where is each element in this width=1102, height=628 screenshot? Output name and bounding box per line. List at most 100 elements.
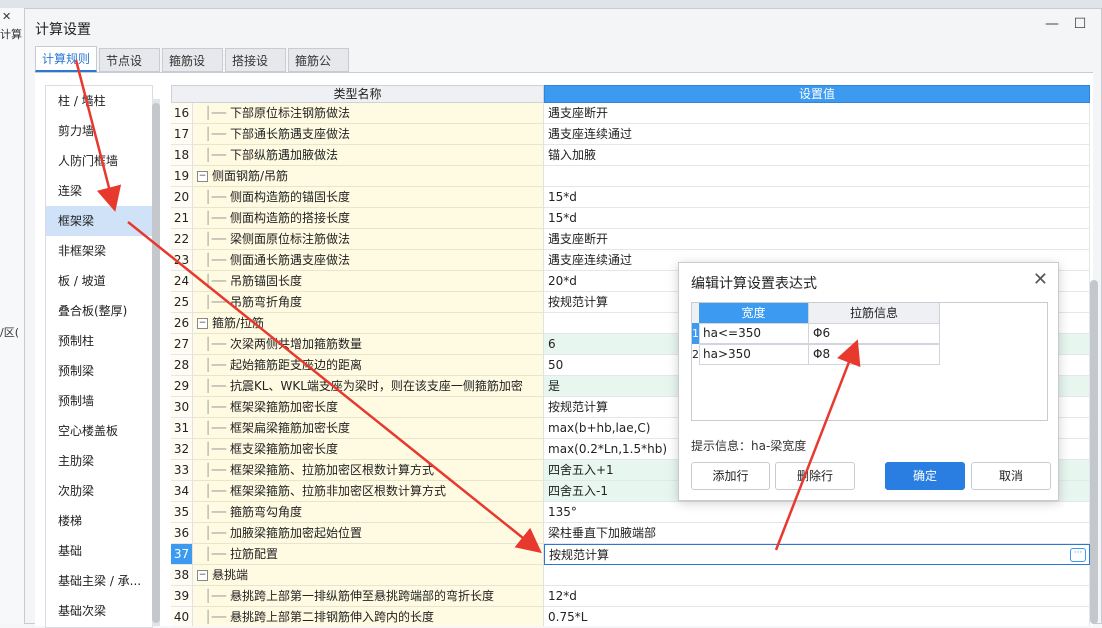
setting-name-cell: │── 次梁两侧共增加箍筋数量 xyxy=(193,334,544,355)
maximize-icon[interactable]: ☐ xyxy=(1071,15,1089,33)
setting-value-cell[interactable]: 锚入加腋 xyxy=(544,145,1090,166)
setting-value-cell[interactable]: 按规范计算 ··· xyxy=(544,544,1090,565)
setting-name: 框架梁箍筋加密长度 xyxy=(229,400,338,414)
setting-name-cell: │── 拉筋配置 xyxy=(193,544,544,565)
setting-name-cell: │── 悬挑跨上部第二排钢筋伸入跨内的长度 xyxy=(193,607,544,626)
setting-name: 侧面通长筋遇支座做法 xyxy=(229,253,350,267)
category-scrollbar-thumb[interactable] xyxy=(152,103,160,623)
setting-name: 吊筋弯折角度 xyxy=(229,295,302,309)
column-header-width[interactable]: 宽度 xyxy=(699,303,809,323)
setting-name: 加腋梁箍筋加密起始位置 xyxy=(229,526,362,540)
setting-name: 箍筋弯勾角度 xyxy=(229,505,302,519)
table-row[interactable]: 36 │── 加腋梁箍筋加密起始位置 梁柱垂直下加腋端部 xyxy=(171,523,1090,544)
minimize-icon[interactable]: — xyxy=(1043,15,1061,33)
width-cell[interactable]: ha>350 xyxy=(699,344,809,365)
setting-value-cell[interactable]: 15*d xyxy=(544,208,1090,229)
tab-node-settings[interactable]: 节点设置 xyxy=(99,48,160,92)
table-row[interactable]: 18 │── 下部纵筋遇加腋做法 锚入加腋 xyxy=(171,145,1090,166)
ok-button[interactable]: 确定 xyxy=(885,462,965,490)
tab-stirrup-settings[interactable]: 箍筋设置 xyxy=(162,48,223,92)
category-item[interactable]: 剪力墙 xyxy=(46,116,152,146)
table-row[interactable]: 37 │── 拉筋配置 按规范计算 ··· xyxy=(171,544,1090,565)
tree-connector: │── xyxy=(193,421,230,435)
collapse-icon[interactable]: − xyxy=(197,570,208,581)
close-icon[interactable]: ✕ xyxy=(2,10,11,23)
category-item[interactable]: 主肋梁 xyxy=(46,446,152,476)
category-item[interactable]: 非框架梁 xyxy=(46,236,152,266)
setting-value-cell[interactable]: 遇支座连续通过 xyxy=(544,124,1090,145)
category-item[interactable]: 基础次梁 xyxy=(46,596,152,626)
table-row[interactable]: 19− 侧面钢筋/吊筋 xyxy=(171,166,1090,187)
category-item[interactable]: 楼梯 xyxy=(46,506,152,536)
row-number: 30 xyxy=(171,397,193,418)
category-item[interactable]: 基础主梁 / 承... xyxy=(46,566,152,596)
setting-value-cell[interactable]: 0.75*L xyxy=(544,607,1090,626)
category-item[interactable]: 人防门框墙 xyxy=(46,146,152,176)
category-item[interactable]: 连梁 xyxy=(46,176,152,206)
tie-cell[interactable]: Φ8 xyxy=(809,344,940,365)
delete-row-button[interactable]: 删除行 xyxy=(775,462,855,490)
column-header-value[interactable]: 设置值 xyxy=(544,85,1090,103)
table-row[interactable]: 39 │── 悬挑跨上部第一排纵筋伸至悬挑跨端部的弯折长度 12*d xyxy=(171,586,1090,607)
table-row[interactable]: 16 │── 下部原位标注钢筋做法 遇支座断开 xyxy=(171,103,1090,124)
close-icon[interactable]: ✕ xyxy=(1033,269,1048,290)
tree-connector: │── xyxy=(193,211,230,225)
setting-value-cell[interactable]: 135° xyxy=(544,502,1090,523)
grid-row[interactable]: 2 ha>350 Φ8 xyxy=(692,344,940,365)
table-row[interactable]: 17 │── 下部通长筋遇支座做法 遇支座连续通过 xyxy=(171,124,1090,145)
grid-row[interactable]: 1 ha<=350 Φ6 xyxy=(692,323,940,344)
tree-connector: │── xyxy=(193,484,230,498)
setting-value-cell[interactable] xyxy=(544,565,1090,586)
setting-value: max(b+hb,lae,C) xyxy=(548,421,651,435)
setting-value-cell[interactable] xyxy=(544,166,1090,187)
category-item[interactable]: 预制柱 xyxy=(46,326,152,356)
setting-name-cell: │── 起始箍筋距支座边的距离 xyxy=(193,355,544,376)
cancel-button[interactable]: 取消 xyxy=(971,462,1051,490)
category-item[interactable]: 叠合板(整厚) xyxy=(46,296,152,326)
tab-lap-settings[interactable]: 搭接设置 xyxy=(225,48,286,92)
grid-row-number: 2 xyxy=(692,344,699,365)
tab-stirrup-formula[interactable]: 箍筋公式 xyxy=(288,48,349,92)
table-row[interactable]: 40 │── 悬挑跨上部第二排钢筋伸入跨内的长度 0.75*L xyxy=(171,607,1090,626)
setting-value-cell[interactable]: 12*d xyxy=(544,586,1090,607)
category-item[interactable]: 空心楼盖板 xyxy=(46,416,152,446)
ellipsis-button[interactable]: ··· xyxy=(1070,548,1086,562)
setting-value: 按规范计算 xyxy=(548,400,609,414)
column-header-name[interactable]: 类型名称 xyxy=(171,85,544,103)
tie-cell[interactable]: Φ6 xyxy=(809,323,940,344)
tab-calc-rules[interactable]: 计算规则 xyxy=(35,46,97,72)
setting-value: 15*d xyxy=(548,211,577,225)
add-row-button[interactable]: 添加行 xyxy=(691,462,770,490)
setting-value-cell[interactable]: 遇支座断开 xyxy=(544,103,1090,124)
category-item[interactable]: 基础 xyxy=(46,536,152,566)
setting-name: 抗震KL、WKL端支座为梁时，则在该支座一侧箍筋加密 xyxy=(229,379,523,393)
column-header-tie[interactable]: 拉筋信息 xyxy=(809,303,940,323)
setting-name-cell: │── 下部通长筋遇支座做法 xyxy=(193,124,544,145)
tree-connector: │── xyxy=(193,253,230,267)
hint-text: 提示信息：ha-梁宽度 xyxy=(691,439,807,453)
setting-name: 框架梁箍筋、拉筋非加密区根数计算方式 xyxy=(229,484,446,498)
category-item[interactable]: 柱 / 墙柱 xyxy=(46,86,152,116)
category-item[interactable]: 板 / 坡道 xyxy=(46,266,152,296)
category-item[interactable]: 预制梁 xyxy=(46,356,152,386)
setting-name: 悬挑跨上部第一排纵筋伸至悬挑跨端部的弯折长度 xyxy=(229,589,494,603)
category-item[interactable]: 框架梁 xyxy=(46,206,152,236)
width-cell[interactable]: ha<=350 xyxy=(699,323,809,344)
setting-name-cell: │── 框支梁箍筋加密长度 xyxy=(193,439,544,460)
setting-name-cell: │── 箍筋弯勾角度 xyxy=(193,502,544,523)
category-item[interactable]: 预制墙 xyxy=(46,386,152,416)
setting-value-cell[interactable]: 遇支座断开 xyxy=(544,229,1090,250)
table-row[interactable]: 20 │── 侧面构造筋的锚固长度 15*d xyxy=(171,187,1090,208)
setting-value-cell[interactable]: 15*d xyxy=(544,187,1090,208)
row-number: 31 xyxy=(171,418,193,439)
table-row[interactable]: 38− 悬挑端 xyxy=(171,565,1090,586)
setting-value-cell[interactable]: 梁柱垂直下加腋端部 xyxy=(544,523,1090,544)
table-scrollbar-thumb[interactable] xyxy=(1090,280,1098,624)
collapse-icon[interactable]: − xyxy=(197,318,208,329)
table-row[interactable]: 22 │── 梁侧面原位标注筋做法 遇支座断开 xyxy=(171,229,1090,250)
table-row[interactable]: 21 │── 侧面构造筋的搭接长度 15*d xyxy=(171,208,1090,229)
table-row[interactable]: 35 │── 箍筋弯勾角度 135° xyxy=(171,502,1090,523)
row-number: 28 xyxy=(171,355,193,376)
collapse-icon[interactable]: − xyxy=(197,171,208,182)
category-item[interactable]: 次肋梁 xyxy=(46,476,152,506)
